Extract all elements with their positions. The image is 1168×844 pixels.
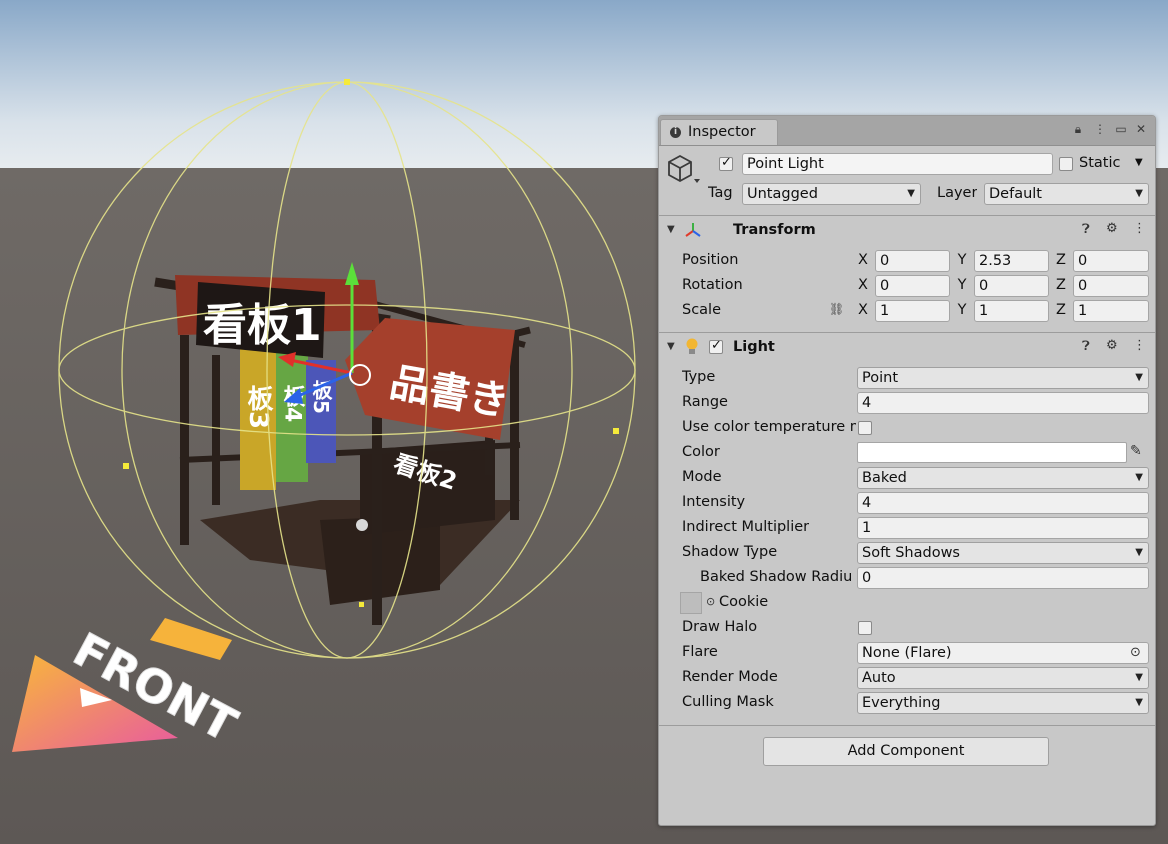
name-field[interactable]: Point Light [742, 153, 1053, 175]
intensity-field[interactable]: 4 [857, 492, 1149, 514]
render-mode-dropdown[interactable]: Auto ▼ [857, 667, 1149, 689]
static-dropdown-arrow[interactable]: ▼ [1135, 157, 1143, 168]
help-icon[interactable]: ❓︎ [1082, 339, 1090, 354]
static-label: Static [1079, 155, 1121, 171]
scale-z-field[interactable]: 1 [1073, 300, 1149, 322]
indirect-multiplier-label: Indirect Multiplier [682, 519, 810, 535]
tag-dropdown[interactable]: Untagged ▼ [742, 183, 921, 205]
rotation-y-axis: Y [957, 277, 967, 293]
cookie-label: Cookie [719, 594, 769, 610]
close-icon[interactable]: ✕ [1134, 122, 1148, 136]
position-x-axis: X [858, 252, 868, 268]
light-fold-icon[interactable]: ▼ [667, 341, 675, 352]
mode-dropdown[interactable]: Baked ▼ [857, 467, 1149, 489]
eyedropper-icon[interactable]: ✎ [1130, 443, 1142, 459]
draw-halo-checkbox[interactable] [858, 621, 872, 635]
culling-mask-label: Culling Mask [682, 694, 774, 710]
scale-x-field[interactable]: 1 [875, 300, 950, 322]
maximize-icon[interactable]: ▭ [1114, 122, 1128, 136]
rotation-z-field[interactable]: 0 [1073, 275, 1149, 297]
intensity-label: Intensity [682, 494, 746, 510]
layer-value: Default [989, 186, 1042, 202]
inspector-window: i Inspector 🔒︎ ⋮ ▭ ✕ Point Light Static … [658, 115, 1156, 826]
rotation-z-axis: Z [1056, 277, 1066, 293]
transform-title: Transform [733, 222, 816, 238]
gameobject-cube-icon[interactable] [666, 153, 700, 187]
add-component-label: Add Component [847, 743, 965, 759]
shadow-type-dropdown[interactable]: Soft Shadows ▼ [857, 542, 1149, 564]
render-mode-value: Auto [862, 670, 896, 686]
position-z-axis: Z [1056, 252, 1066, 268]
component-menu-icon[interactable]: ⋮ [1133, 221, 1146, 236]
draw-halo-label: Draw Halo [682, 619, 758, 635]
active-checkbox[interactable] [719, 155, 733, 171]
add-component-button[interactable]: Add Component [763, 737, 1049, 766]
flare-picker-icon[interactable]: ⊙ [1130, 645, 1141, 660]
presets-icon[interactable]: ⚙︎ [1106, 221, 1118, 236]
tag-value: Untagged [747, 186, 818, 202]
render-mode-label: Render Mode [682, 669, 778, 685]
range-label: Range [682, 394, 728, 410]
color-label: Color [682, 444, 720, 460]
static-checkbox[interactable] [1059, 157, 1073, 171]
culling-mask-dropdown[interactable]: Everything ▼ [857, 692, 1149, 714]
layer-dropdown[interactable]: Default ▼ [984, 183, 1149, 205]
light-header[interactable]: ▼ Light ❓︎ ⚙︎ ⋮ [659, 334, 1155, 360]
light-bulb-icon [686, 338, 698, 354]
type-label: Type [682, 369, 716, 385]
position-label: Position [682, 252, 739, 268]
color-swatch[interactable] [857, 442, 1127, 463]
mode-value: Baked [862, 470, 907, 486]
flare-field[interactable]: None (Flare) [857, 642, 1149, 664]
shadow-type-value: Soft Shadows [862, 545, 960, 561]
scale-y-axis: Y [957, 302, 967, 318]
indirect-multiplier-field[interactable]: 1 [857, 517, 1149, 539]
transform-icon [685, 223, 701, 237]
type-value: Point [862, 370, 899, 386]
inspector-tab-bar: i Inspector 🔒︎ ⋮ ▭ ✕ [659, 116, 1155, 146]
tab-inspector[interactable]: i Inspector [660, 119, 778, 145]
rotation-y-field[interactable]: 0 [974, 275, 1049, 297]
info-icon: i [670, 127, 681, 138]
tab-inspector-label: Inspector [688, 124, 756, 140]
flare-label: Flare [682, 644, 718, 660]
light-enabled-checkbox[interactable] [709, 338, 723, 354]
object-picker-icon[interactable]: ⊙ [706, 595, 715, 608]
position-x-field[interactable]: 0 [875, 250, 950, 272]
use-color-temperature-checkbox[interactable] [858, 421, 872, 435]
range-field[interactable]: 4 [857, 392, 1149, 414]
mode-label: Mode [682, 469, 722, 485]
type-dropdown[interactable]: Point ▼ [857, 367, 1149, 389]
culling-mask-value: Everything [862, 695, 941, 711]
baked-shadow-radius-field[interactable]: 0 [857, 567, 1149, 589]
layer-label: Layer [937, 185, 978, 201]
more-options-icon[interactable]: ⋮ [1093, 122, 1107, 136]
light-title: Light [733, 339, 775, 355]
cookie-slot[interactable] [680, 592, 702, 614]
position-z-field[interactable]: 0 [1073, 250, 1149, 272]
scale-label: Scale [682, 302, 722, 318]
presets-icon[interactable]: ⚙︎ [1106, 338, 1118, 353]
baked-shadow-radius-label: Baked Shadow Radiu [700, 569, 853, 585]
rotation-x-axis: X [858, 277, 868, 293]
scale-x-axis: X [858, 302, 868, 318]
position-y-axis: Y [957, 252, 967, 268]
use-color-temperature-label: Use color temperature m [682, 419, 856, 435]
constrain-proportions-icon[interactable]: ⛓︎ [829, 302, 844, 316]
position-y-field[interactable]: 2.53 [974, 250, 1049, 272]
lock-icon[interactable]: 🔒︎ [1071, 122, 1085, 136]
scale-z-axis: Z [1056, 302, 1066, 318]
shadow-type-label: Shadow Type [682, 544, 778, 560]
help-icon[interactable]: ❓︎ [1082, 222, 1090, 237]
transform-fold-icon[interactable]: ▼ [667, 224, 675, 235]
rotation-x-field[interactable]: 0 [875, 275, 950, 297]
flare-value: None (Flare) [862, 645, 952, 661]
component-menu-icon[interactable]: ⋮ [1133, 338, 1146, 353]
transform-header[interactable]: ▼ Transform ❓︎ ⚙︎ ⋮ [659, 217, 1155, 243]
scale-y-field[interactable]: 1 [974, 300, 1049, 322]
tag-label: Tag [708, 185, 733, 201]
rotation-label: Rotation [682, 277, 743, 293]
